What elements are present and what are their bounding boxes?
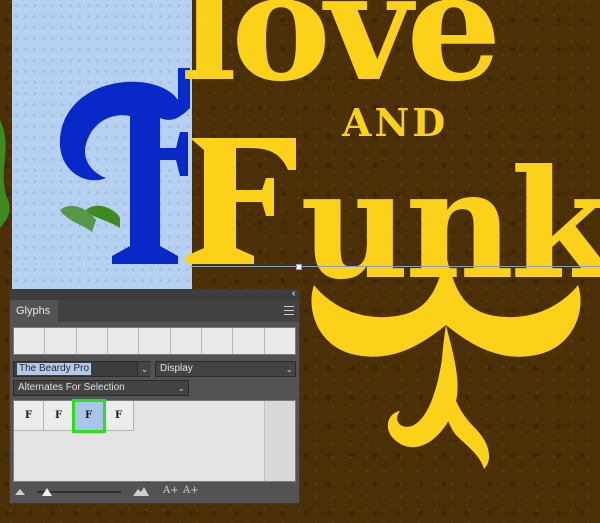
glyph-cell[interactable]: F <box>14 401 44 431</box>
mountain-small-icon[interactable] <box>15 489 25 495</box>
glyphs-panel: ‹‹ Glyphs The Beardy Pro ⌄ Display ⌄ Alt… <box>9 288 300 504</box>
glyph-grid-scrollbar[interactable] <box>264 401 295 481</box>
glyph-grid: F F F F <box>13 399 296 482</box>
artwork-word-love: love <box>180 0 502 115</box>
slider-thumb[interactable] <box>42 488 52 496</box>
chevron-down-icon[interactable]: ⌄ <box>137 362 151 376</box>
recent-glyph-slot[interactable] <box>45 328 77 354</box>
show-mode-value: Alternates For Selection <box>18 382 125 393</box>
font-family-field[interactable]: The Beardy Pro ⌄ <box>13 361 151 377</box>
chevron-down-icon: ⌄ <box>285 364 293 374</box>
panel-title-bar[interactable]: ‹‹ <box>10 288 299 300</box>
text-baseline-guide <box>190 266 600 267</box>
artwork-swash-flourish <box>311 255 581 469</box>
recent-glyph-slot[interactable] <box>139 328 171 354</box>
recent-glyph-slot[interactable] <box>265 328 295 354</box>
show-mode-dropdown[interactable]: Alternates For Selection ⌄ <box>13 380 189 396</box>
baseline-anchor-handle[interactable] <box>296 264 302 270</box>
glyph-cell[interactable]: F <box>104 401 134 431</box>
font-style-dropdown[interactable]: Display ⌄ <box>155 361 296 377</box>
font-family-value[interactable]: The Beardy Pro <box>17 363 92 375</box>
recent-glyph-slot[interactable] <box>202 328 234 354</box>
recent-glyph-slot[interactable] <box>77 328 108 354</box>
hamburger-menu-icon[interactable] <box>284 306 294 315</box>
chevron-down-icon: ⌄ <box>177 383 185 393</box>
recently-used-glyphs <box>13 327 296 355</box>
glyph-cell-selected[interactable]: F <box>72 399 106 433</box>
artwork-letter-f <box>186 138 296 264</box>
tab-glyphs[interactable]: Glyphs <box>10 300 58 322</box>
glyph-cell[interactable]: F <box>44 401 74 431</box>
leaf-decoration <box>0 120 10 228</box>
recent-glyph-slot[interactable] <box>14 328 46 354</box>
recent-glyph-slot[interactable] <box>108 328 140 354</box>
mountain-large-icon[interactable] <box>133 487 149 496</box>
font-style-value: Display <box>160 363 193 374</box>
double-chevron-icon[interactable]: ‹‹ <box>291 288 295 299</box>
zoom-out-button[interactable]: A+ <box>183 485 199 496</box>
glyph-size-bar: A+ A+ <box>10 483 299 503</box>
recent-glyph-slot[interactable] <box>233 328 265 354</box>
zoom-in-button[interactable]: A+ <box>163 485 179 496</box>
recent-glyph-slot[interactable] <box>171 328 202 354</box>
panel-tab-bar: Glyphs <box>10 300 299 322</box>
